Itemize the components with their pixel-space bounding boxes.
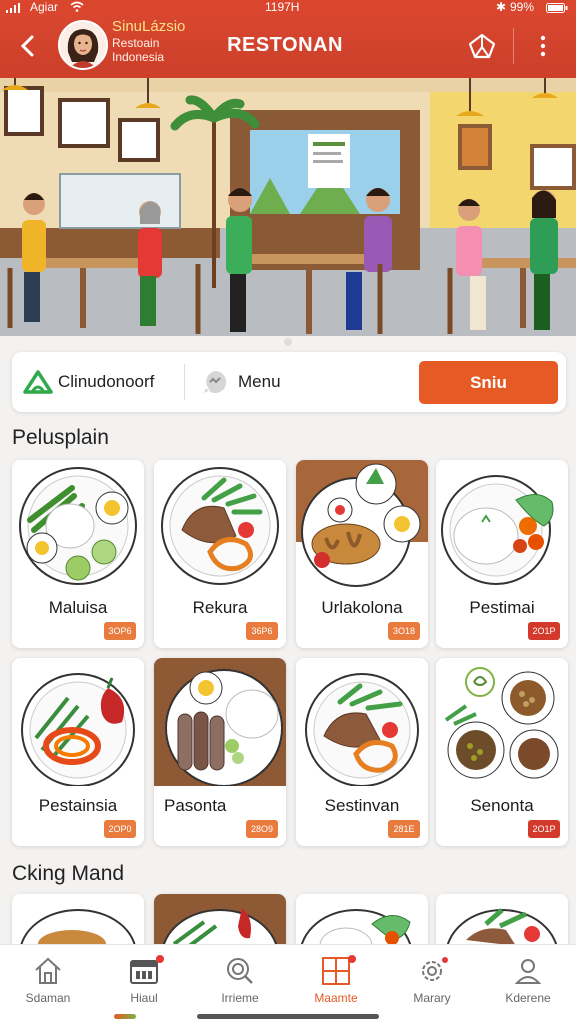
avatar[interactable] bbox=[58, 20, 108, 70]
share-icon bbox=[468, 33, 496, 59]
nav-item-schedule[interactable]: Hiaul bbox=[96, 955, 192, 1011]
nav-label: Maamte bbox=[314, 991, 358, 1005]
carrier-label: Agiar bbox=[30, 0, 59, 14]
more-button[interactable] bbox=[528, 28, 558, 64]
dish-image bbox=[444, 667, 559, 779]
price-badge: 36P6 bbox=[246, 622, 278, 640]
nav-label: Kderene bbox=[505, 991, 551, 1005]
nav-label: Sdaman bbox=[25, 991, 71, 1005]
battery-label: 99% bbox=[510, 0, 535, 14]
restaurant-illustration bbox=[0, 78, 576, 336]
price-badge: 2OP0 bbox=[104, 820, 136, 838]
brand-name: SinuLázsio bbox=[112, 18, 186, 35]
action-divider bbox=[184, 364, 185, 400]
nav-item-menu[interactable]: Maamte bbox=[288, 955, 384, 1011]
location-selector[interactable]: Clinudonoorf bbox=[58, 372, 154, 392]
notification-badge bbox=[156, 955, 164, 963]
dish-card[interactable]: Senonta 2O1P bbox=[436, 658, 568, 846]
dish-image bbox=[441, 475, 554, 585]
dish-card[interactable]: Maluisa 3OP6 bbox=[12, 460, 144, 648]
chat-icon bbox=[204, 370, 227, 393]
dish-card[interactable]: Pestimai 2O1P bbox=[436, 460, 568, 648]
brand-subtitle: Restoain bbox=[112, 36, 160, 50]
bluetooth-icon: ✱ bbox=[496, 0, 507, 14]
status-bar: Agiar 1197H ✱ 99% bbox=[0, 0, 576, 14]
nav-label: Irrieme bbox=[221, 991, 259, 1005]
menu-link[interactable]: Menu bbox=[238, 372, 281, 392]
nav-label: Marary bbox=[413, 991, 451, 1005]
chevron-left-icon bbox=[20, 35, 34, 57]
active-tab-indicator bbox=[114, 1014, 136, 1019]
section-title: Cking Mand bbox=[12, 862, 125, 885]
dish-image bbox=[19, 467, 137, 585]
section-title: Pelusplain bbox=[12, 426, 109, 449]
search-icon bbox=[227, 958, 253, 984]
price-badge: 2O1P bbox=[528, 820, 560, 838]
clock: 1197H bbox=[265, 0, 300, 14]
dish-image bbox=[161, 467, 279, 585]
dish-image bbox=[21, 673, 135, 786]
dish-name: Pestimai bbox=[469, 598, 535, 617]
brand-region: Indonesia bbox=[112, 50, 165, 64]
nav-label: Hiaul bbox=[130, 991, 158, 1005]
price-badge: 3O18 bbox=[388, 622, 420, 640]
wifi-icon bbox=[70, 1, 84, 15]
header-divider bbox=[513, 28, 514, 64]
nav-item-home[interactable]: Sdaman bbox=[0, 955, 96, 1011]
app-header: SinuLázsio Restoain Indonesia RESTONAN bbox=[0, 14, 576, 78]
hero-banner[interactable] bbox=[0, 78, 576, 336]
price-badge: 28O9 bbox=[246, 820, 278, 838]
page-title: RESTONAN bbox=[227, 34, 343, 56]
dish-name: Rekura bbox=[192, 598, 248, 617]
dish-card[interactable]: Rekura 36P6 bbox=[154, 460, 286, 648]
dish-name: Sestinvan bbox=[324, 796, 400, 815]
location-icon bbox=[23, 370, 53, 394]
user-icon bbox=[514, 959, 542, 984]
dish-card[interactable]: Urlakolona 3O18 bbox=[296, 460, 428, 648]
price-badge: 3OP6 bbox=[104, 622, 136, 640]
dish-image bbox=[154, 658, 286, 786]
nav-item-settings[interactable]: Marary bbox=[384, 955, 480, 1011]
home-indicator[interactable] bbox=[197, 1014, 379, 1019]
notification-badge bbox=[442, 957, 448, 963]
nav-item-profile[interactable]: Kderene bbox=[480, 955, 576, 1011]
dish-name: Senonta bbox=[470, 796, 534, 815]
dish-image bbox=[305, 673, 419, 786]
price-badge: 281E bbox=[388, 820, 420, 838]
dish-card[interactable]: Pestainsia 2OP0 bbox=[12, 658, 144, 846]
dish-card[interactable]: Sestinvan 281E bbox=[296, 658, 428, 846]
bottom-nav: Sdaman Hiaul Irrieme Maamte Marary Kdere… bbox=[0, 944, 576, 1024]
dish-image bbox=[296, 460, 428, 587]
primary-action-button[interactable]: Sniu bbox=[419, 361, 558, 404]
home-icon bbox=[35, 957, 61, 984]
carousel-dot[interactable] bbox=[284, 338, 292, 346]
dish-name: Urlakolona bbox=[321, 598, 403, 617]
dish-name: Maluisa bbox=[48, 598, 108, 617]
dish-name: Pasonta bbox=[164, 796, 227, 815]
price-badge: 2O1P bbox=[528, 622, 560, 640]
dish-name: Pestainsia bbox=[38, 796, 118, 815]
more-vertical-icon bbox=[540, 35, 546, 57]
notification-badge bbox=[348, 955, 356, 963]
action-bar: Clinudonoorf Menu Sniu bbox=[12, 352, 566, 412]
share-button[interactable] bbox=[464, 28, 500, 64]
back-button[interactable] bbox=[10, 28, 46, 64]
nav-item-search[interactable]: Irrieme bbox=[192, 955, 288, 1011]
dish-card[interactable]: Pasonta 28O9 bbox=[154, 658, 286, 846]
